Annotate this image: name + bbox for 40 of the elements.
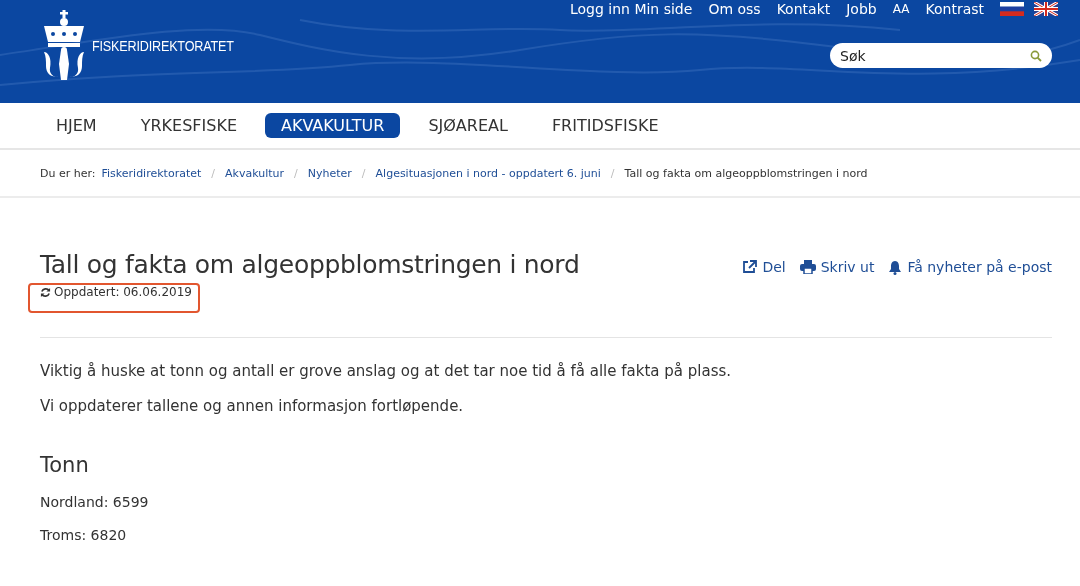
- breadcrumb-current: Tall og fakta om algeoppblomstringen i nord: [624, 166, 868, 180]
- header-link[interactable]: Kontrast: [925, 1, 984, 17]
- bell-icon: [888, 259, 903, 275]
- header-link[interactable]: Logg inn Min side: [569, 1, 693, 17]
- header-link[interactable]: AA: [892, 2, 910, 16]
- action-link[interactable]: Skriv ut: [799, 259, 875, 275]
- search-icon[interactable]: [1030, 50, 1042, 62]
- printer-icon: [799, 260, 816, 274]
- header-link[interactable]: Kontakt: [776, 1, 831, 17]
- breadcrumb-link[interactable]: Nyheter: [307, 166, 352, 180]
- nav-tab[interactable]: HJEM: [40, 113, 113, 138]
- header-link[interactable]: Om oss: [708, 1, 761, 17]
- fact-line: Nordland: 6599: [40, 494, 150, 510]
- paragraph: Viktig å huske at tonn og antall er grove anslag og at det tar noe tid å få alle fakta på plass.: [40, 362, 733, 380]
- paragraph: Vi oppdaterer tallene og annen informasjon fortløpende.: [40, 397, 465, 415]
- nav-tab[interactable]: FRITIDSFISKE: [535, 113, 675, 138]
- breadcrumb-separator: /: [211, 166, 215, 180]
- breadcrumb-link[interactable]: Akvakultur: [225, 166, 285, 180]
- external-link-icon: [742, 260, 758, 274]
- breadcrumb-link[interactable]: Fiskeridirektoratet: [101, 166, 202, 180]
- breadcrumb-separator: /: [294, 166, 298, 180]
- british-flag-icon[interactable]: [1034, 2, 1058, 16]
- logo-text: FISKERIDIREKTORATET: [92, 38, 234, 54]
- updated-date: Oppdatert: 06.06.2019: [54, 285, 192, 299]
- breadcrumb-separator: /: [361, 166, 366, 180]
- action-link[interactable]: Del: [742, 259, 786, 275]
- nav-tab[interactable]: AKVAKULTUR: [265, 113, 401, 138]
- search-field[interactable]: Søk: [830, 43, 1052, 68]
- action-link[interactable]: Få nyheter på e-post: [888, 259, 1052, 275]
- section-heading: Tonn: [40, 453, 90, 477]
- fact-line: Troms: 6820: [40, 527, 128, 543]
- nav-tab[interactable]: SJØAREAL: [412, 113, 524, 138]
- header-link[interactable]: Jobb: [846, 1, 877, 17]
- breadcrumb-label: Du er her:: [40, 166, 96, 180]
- breadcrumb-separator: /: [610, 166, 615, 180]
- breadcrumb-link[interactable]: Algesituasjonen i nord - oppdatert 6. juni: [375, 166, 601, 180]
- refresh-icon: [40, 286, 51, 298]
- article-title: Tall og fakta om algeoppblomstringen i nord: [40, 250, 580, 279]
- nav-tab[interactable]: YRKESFISKE: [124, 113, 253, 138]
- russian-flag-icon[interactable]: [1000, 2, 1024, 16]
